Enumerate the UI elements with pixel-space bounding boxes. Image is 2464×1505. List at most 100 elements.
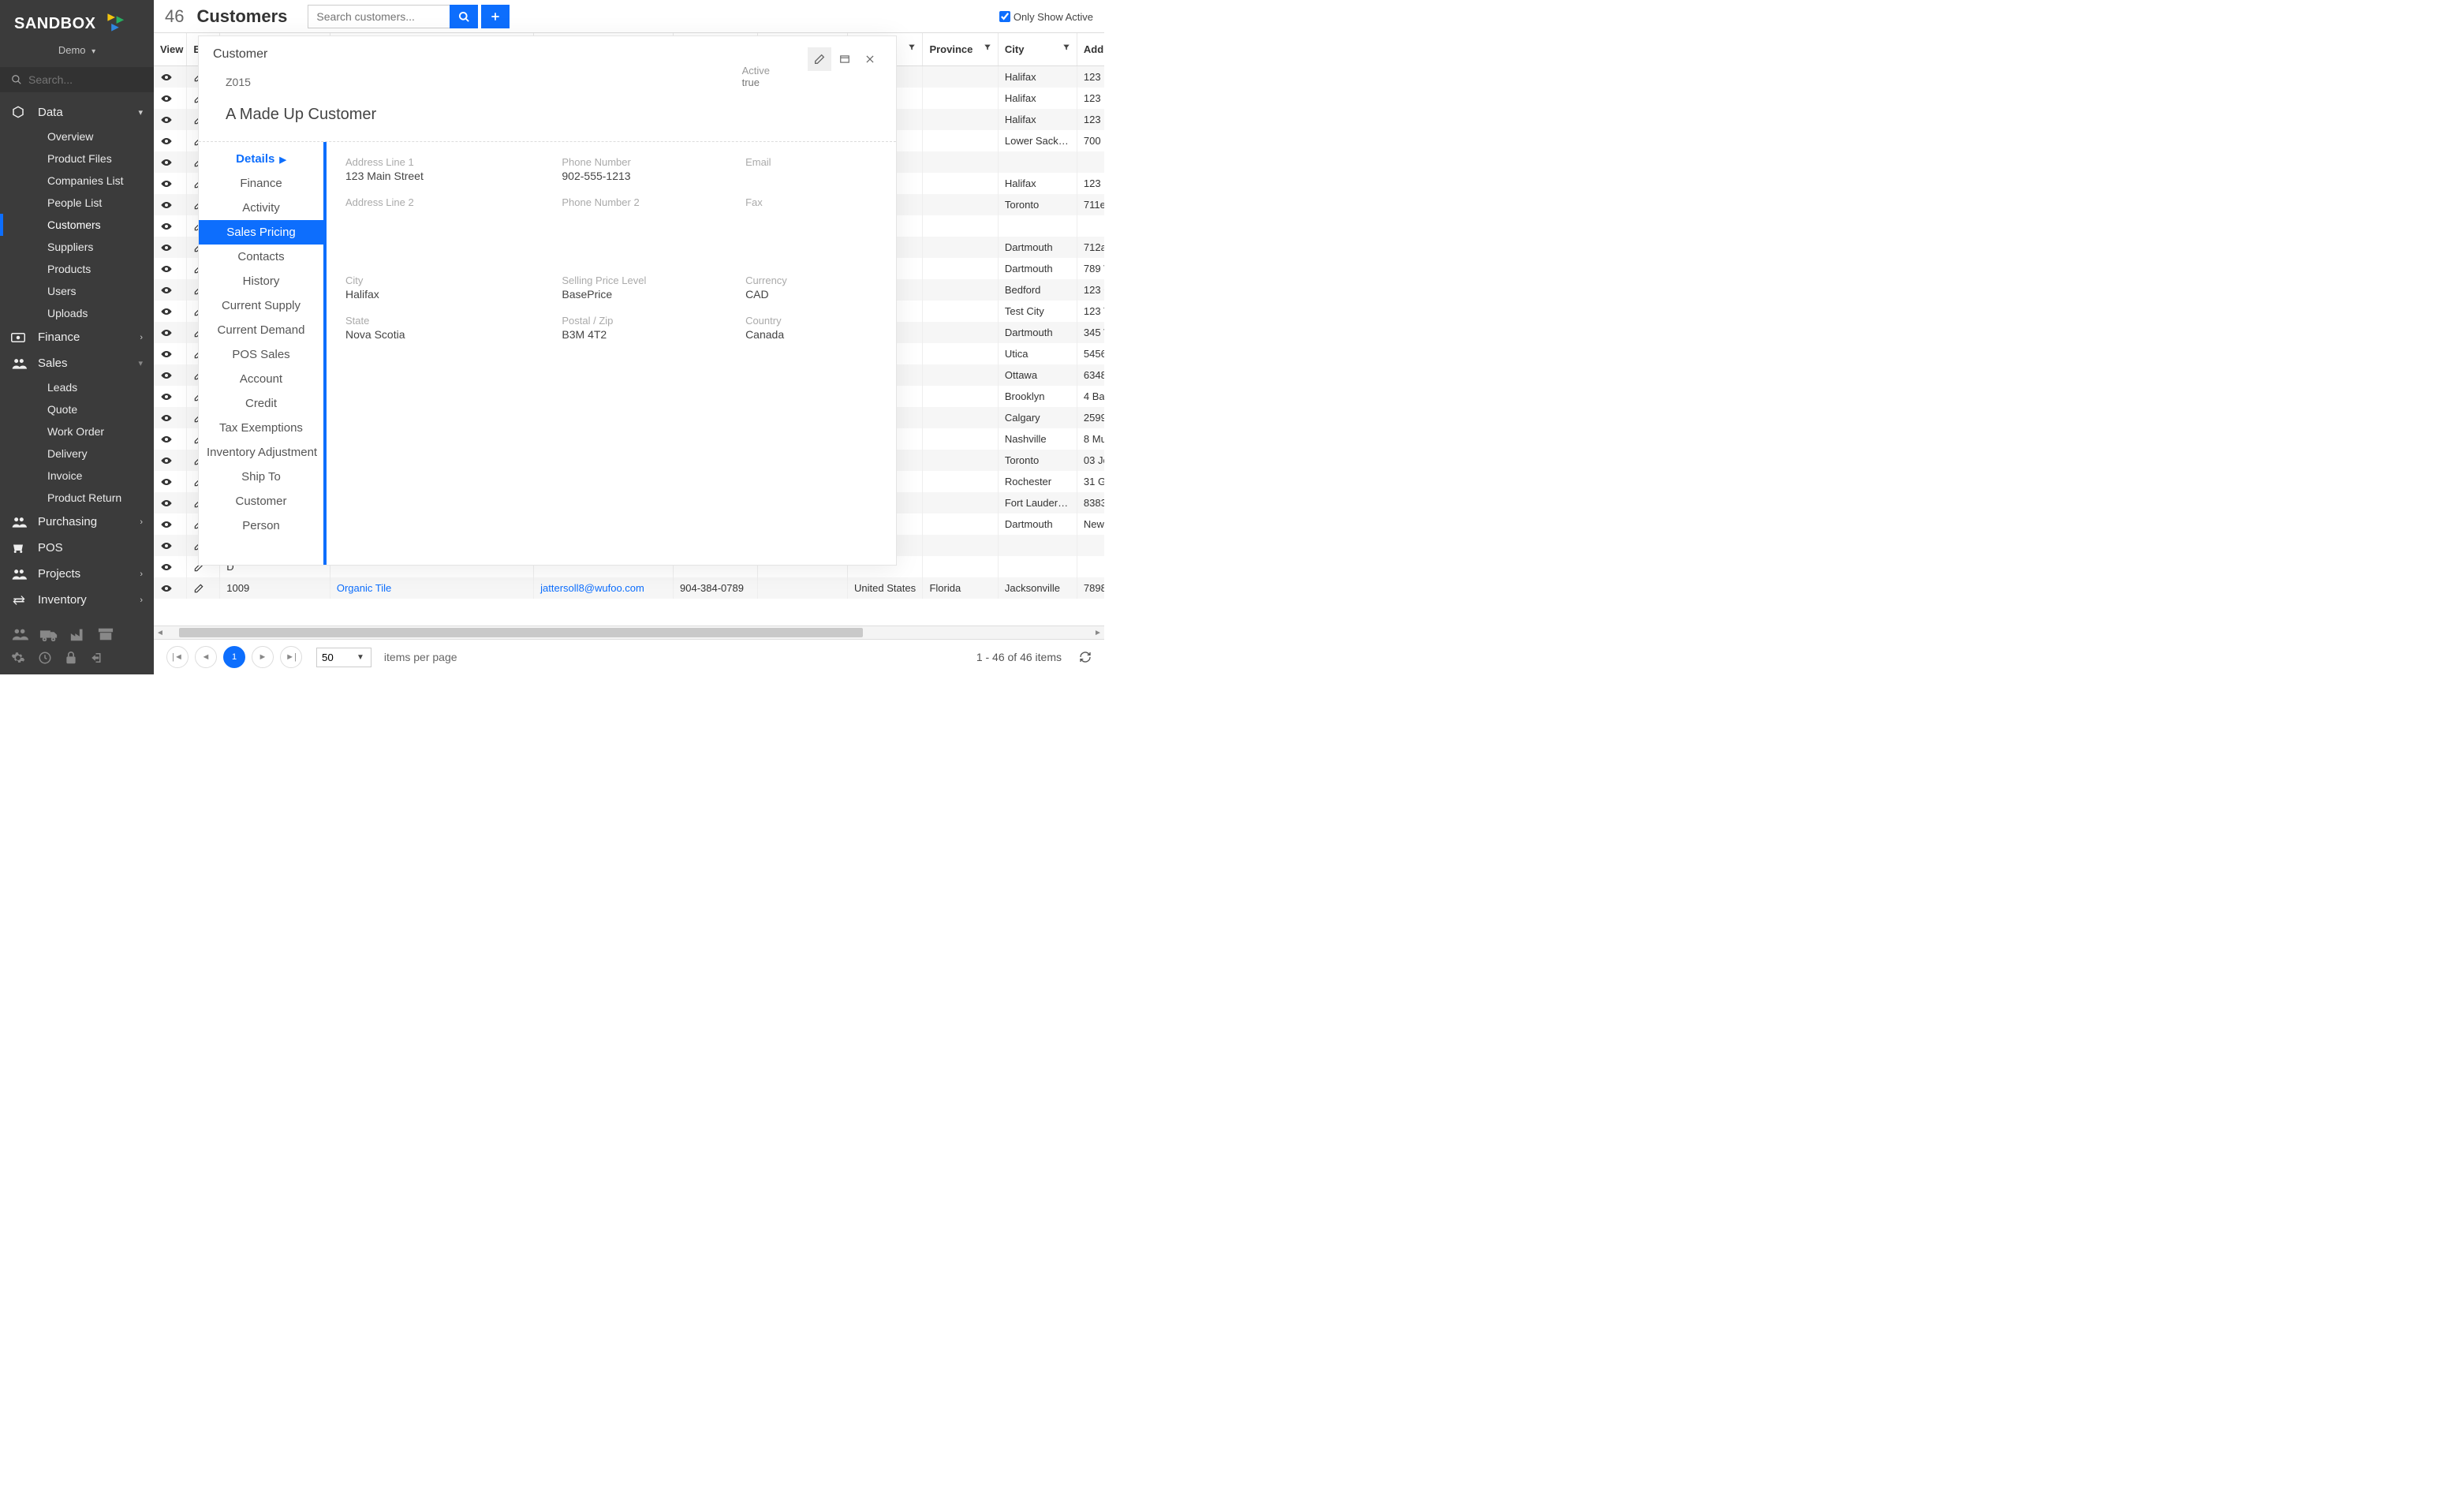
- horizontal-scrollbar[interactable]: ◄ ►: [154, 626, 1104, 639]
- view-icon[interactable]: [160, 73, 180, 82]
- view-icon[interactable]: [160, 456, 180, 465]
- sidebar-search[interactable]: [0, 67, 154, 92]
- panel-tab-current-supply[interactable]: Current Supply: [199, 293, 323, 318]
- view-icon[interactable]: [160, 392, 180, 401]
- customer-name-link[interactable]: Organic Tile: [337, 582, 391, 594]
- column-header[interactable]: Address Line 1: [1077, 33, 1104, 66]
- panel-tab-history[interactable]: History: [199, 269, 323, 293]
- logout-icon[interactable]: [90, 651, 104, 665]
- panel-tab-details[interactable]: Details▶: [199, 147, 323, 171]
- panel-tab-inventory-adjustment[interactable]: Inventory Adjustment: [199, 440, 323, 465]
- refresh-icon[interactable]: [1079, 651, 1092, 663]
- sidebar-item-customers[interactable]: Customers: [0, 214, 154, 236]
- maximize-icon[interactable]: [833, 47, 857, 71]
- edit-icon[interactable]: [193, 583, 213, 594]
- view-icon[interactable]: [160, 541, 180, 551]
- view-icon[interactable]: [160, 520, 180, 529]
- view-icon[interactable]: [160, 115, 180, 125]
- nav-group-sales[interactable]: Sales ▾: [0, 350, 154, 376]
- sidebar-item-work-order[interactable]: Work Order: [0, 420, 154, 443]
- sidebar-item-suppliers[interactable]: Suppliers: [0, 236, 154, 258]
- column-header[interactable]: City: [998, 33, 1077, 66]
- chevron-down-icon[interactable]: ▼: [350, 650, 371, 665]
- search-button[interactable]: [450, 5, 478, 28]
- nav-group-pos[interactable]: POS: [0, 535, 154, 561]
- scroll-left-icon[interactable]: ◄: [154, 629, 166, 637]
- scroll-thumb[interactable]: [179, 628, 863, 637]
- view-icon[interactable]: [160, 136, 180, 146]
- nav-group-finance[interactable]: Finance ›: [0, 324, 154, 350]
- people-icon[interactable]: [11, 627, 28, 641]
- truck-icon[interactable]: [39, 627, 58, 641]
- view-icon[interactable]: [160, 562, 180, 572]
- edit-icon[interactable]: [808, 47, 831, 71]
- sidebar-item-quote[interactable]: Quote: [0, 398, 154, 420]
- pager-page[interactable]: 1: [223, 646, 245, 668]
- view-icon[interactable]: [160, 286, 180, 295]
- pager-next[interactable]: ►: [252, 646, 274, 668]
- table-row[interactable]: 1009Organic Tilejattersoll8@wufoo.com904…: [154, 577, 1104, 599]
- sidebar-item-delivery[interactable]: Delivery: [0, 443, 154, 465]
- search-input[interactable]: [308, 5, 450, 28]
- filter-icon[interactable]: [984, 43, 991, 51]
- add-button[interactable]: [481, 5, 510, 28]
- nav-group-projects[interactable]: Projects ›: [0, 561, 154, 587]
- sidebar-item-invoice[interactable]: Invoice: [0, 465, 154, 487]
- view-icon[interactable]: [160, 222, 180, 231]
- only-active-toggle[interactable]: Only Show Active: [999, 11, 1093, 23]
- page-size-input[interactable]: [317, 648, 350, 667]
- view-icon[interactable]: [160, 307, 180, 316]
- filter-icon[interactable]: [908, 43, 916, 51]
- panel-tab-ship-to[interactable]: Ship To: [199, 465, 323, 489]
- gear-icon[interactable]: [11, 651, 25, 665]
- panel-tab-activity[interactable]: Activity: [199, 196, 323, 220]
- sidebar-item-leads[interactable]: Leads: [0, 376, 154, 398]
- view-icon[interactable]: [160, 328, 180, 338]
- view-icon[interactable]: [160, 179, 180, 189]
- view-icon[interactable]: [160, 435, 180, 444]
- view-icon[interactable]: [160, 584, 180, 593]
- scroll-right-icon[interactable]: ►: [1092, 629, 1104, 637]
- view-icon[interactable]: [160, 371, 180, 380]
- email-link[interactable]: jattersoll8@wufoo.com: [540, 582, 644, 594]
- sidebar-item-users[interactable]: Users: [0, 280, 154, 302]
- view-icon[interactable]: [160, 264, 180, 274]
- view-icon[interactable]: [160, 200, 180, 210]
- archive-icon[interactable]: [98, 627, 114, 641]
- view-icon[interactable]: [160, 499, 180, 508]
- pager-prev[interactable]: ◄: [195, 646, 217, 668]
- only-active-checkbox[interactable]: [999, 11, 1010, 22]
- nav-group-data[interactable]: Data ▾: [0, 99, 154, 125]
- sidebar-item-product-files[interactable]: Product Files: [0, 148, 154, 170]
- pager-first[interactable]: |◄: [166, 646, 189, 668]
- close-icon[interactable]: [858, 47, 882, 71]
- panel-tab-person[interactable]: Person: [199, 513, 323, 538]
- view-icon[interactable]: [160, 413, 180, 423]
- sidebar-item-people-list[interactable]: People List: [0, 192, 154, 214]
- view-icon[interactable]: [160, 158, 180, 167]
- panel-tab-sales-pricing[interactable]: Sales Pricing: [199, 220, 323, 245]
- panel-tab-credit[interactable]: Credit: [199, 391, 323, 416]
- filter-icon[interactable]: [1062, 43, 1070, 51]
- sidebar-item-overview[interactable]: Overview: [0, 125, 154, 148]
- sidebar-search-input[interactable]: [28, 73, 143, 86]
- sidebar-item-products[interactable]: Products: [0, 258, 154, 280]
- page-size-select[interactable]: ▼: [316, 648, 371, 667]
- panel-tab-customer[interactable]: Customer: [199, 489, 323, 513]
- panel-tab-contacts[interactable]: Contacts: [199, 245, 323, 269]
- pager-last[interactable]: ►|: [280, 646, 302, 668]
- factory-icon[interactable]: [69, 627, 87, 641]
- panel-tab-account[interactable]: Account: [199, 367, 323, 391]
- clock-icon[interactable]: [38, 651, 52, 665]
- view-icon[interactable]: [160, 477, 180, 487]
- nav-group-purchasing[interactable]: Purchasing ›: [0, 509, 154, 535]
- view-icon[interactable]: [160, 243, 180, 252]
- panel-tab-tax-exemptions[interactable]: Tax Exemptions: [199, 416, 323, 440]
- sidebar-item-uploads[interactable]: Uploads: [0, 302, 154, 324]
- sidebar-item-companies-list[interactable]: Companies List: [0, 170, 154, 192]
- lock-icon[interactable]: [65, 651, 77, 665]
- column-header[interactable]: Province: [923, 33, 998, 66]
- sidebar-item-product-return[interactable]: Product Return: [0, 487, 154, 509]
- panel-tab-current-demand[interactable]: Current Demand: [199, 318, 323, 342]
- column-header[interactable]: View: [154, 33, 187, 66]
